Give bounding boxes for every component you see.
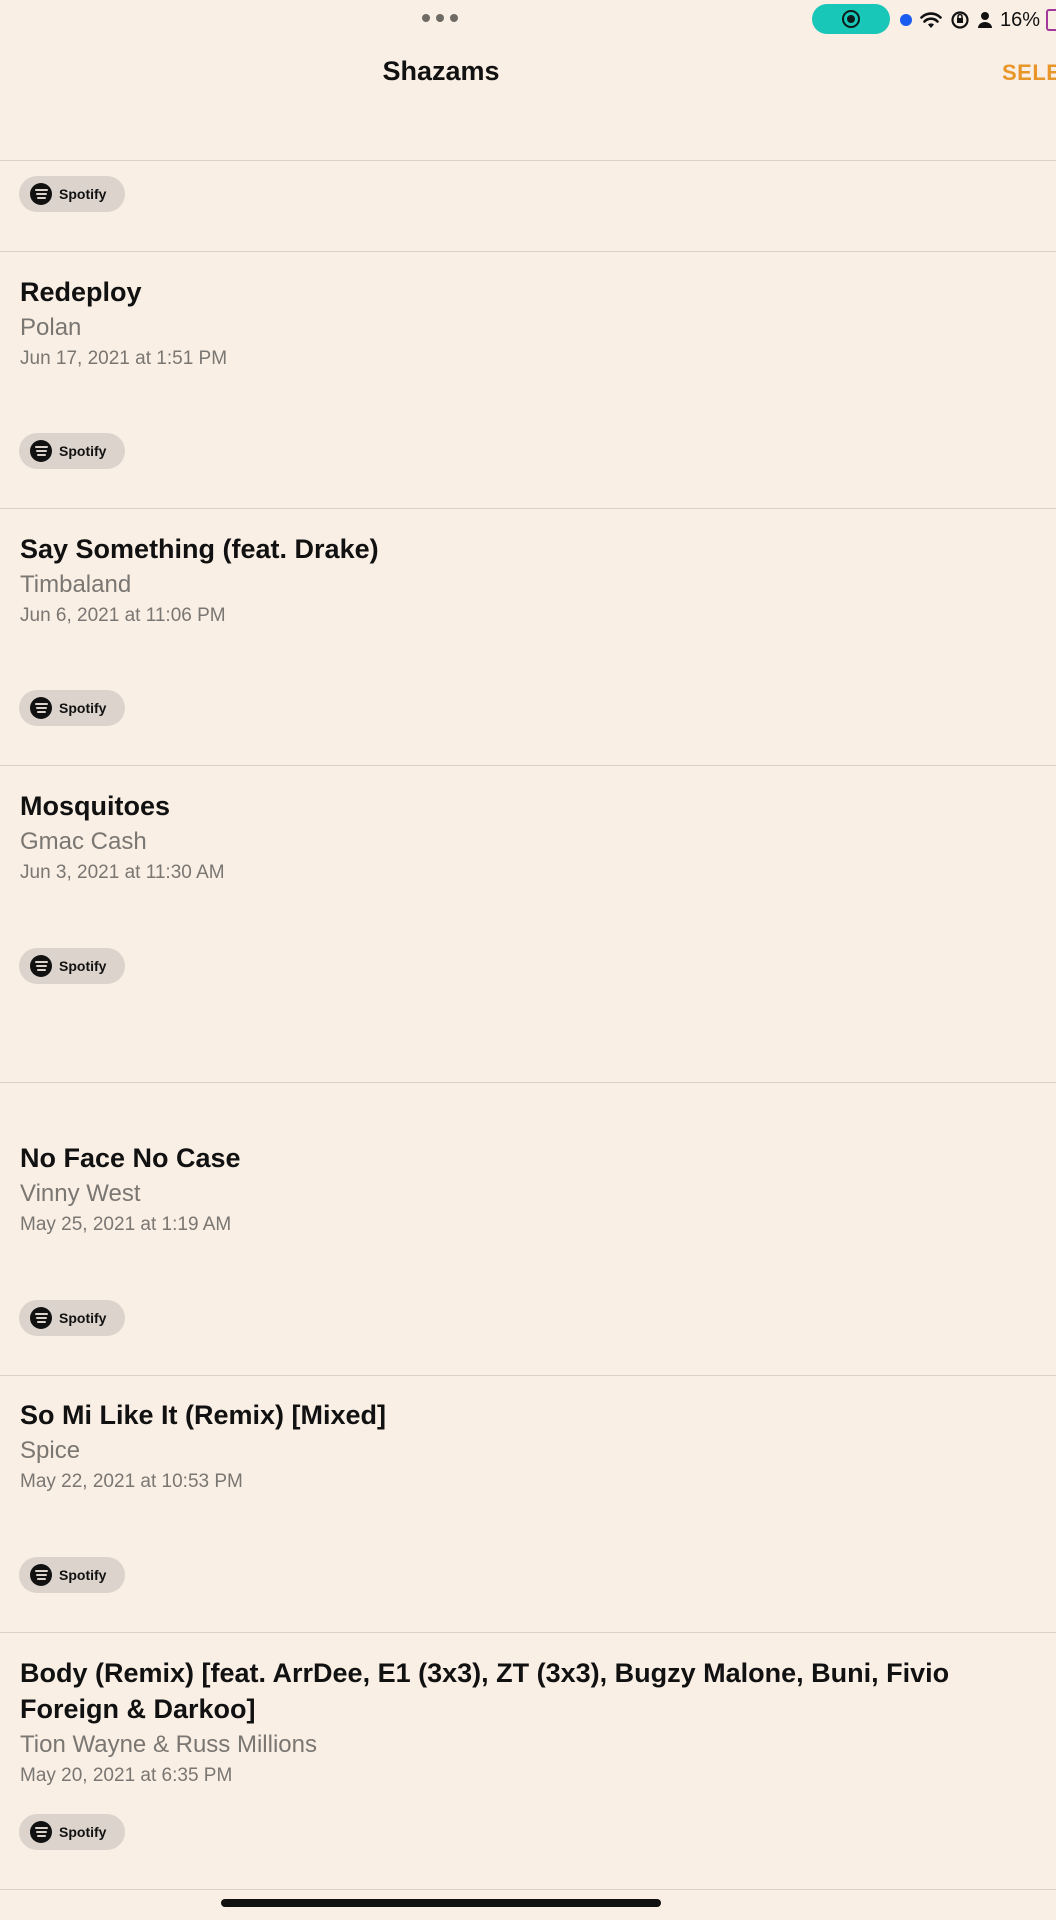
- orientation-lock-icon: [951, 11, 969, 29]
- spotify-button[interactable]: Spotify: [19, 1557, 125, 1593]
- spotify-label: Spotify: [59, 186, 107, 202]
- song-title: Body (Remix) [feat. ArrDee, E1 (3x3), ZT…: [20, 1658, 950, 1724]
- spotify-icon: [30, 440, 52, 462]
- song-artist: Vinny West: [20, 1180, 141, 1207]
- battery-icon: [1046, 9, 1056, 31]
- navigation-bar: Shazams SELE: [0, 40, 1056, 110]
- spotify-button[interactable]: Spotify: [19, 1814, 125, 1850]
- song-title: So Mi Like It (Remix) [Mixed]: [20, 1400, 387, 1430]
- song-date: Jun 6, 2021 at 11:06 PM: [20, 605, 226, 626]
- song-date: May 25, 2021 at 1:19 AM: [20, 1214, 232, 1235]
- spotify-icon: [30, 955, 52, 977]
- spotify-button[interactable]: Spotify: [19, 433, 125, 469]
- song-artist: Tion Wayne & Russ Millions: [20, 1731, 317, 1758]
- spotify-icon: [30, 697, 52, 719]
- song-date: Jun 3, 2021 at 11:30 AM: [20, 862, 225, 883]
- spotify-label: Spotify: [59, 958, 107, 974]
- record-icon: [842, 10, 860, 28]
- divider: [0, 1632, 1056, 1633]
- song-title: No Face No Case: [20, 1143, 241, 1173]
- song-title: Say Something (feat. Drake): [20, 534, 379, 564]
- spotify-button[interactable]: Spotify: [19, 1300, 125, 1336]
- home-indicator[interactable]: [221, 1899, 661, 1907]
- spotify-label: Spotify: [59, 1310, 107, 1326]
- song-date: May 22, 2021 at 10:53 PM: [20, 1471, 243, 1492]
- song-title: Redeploy: [20, 277, 142, 307]
- spotify-label: Spotify: [59, 700, 107, 716]
- song-title: Mosquitoes: [20, 791, 171, 821]
- spotify-icon: [30, 1821, 52, 1843]
- divider: [0, 1082, 1056, 1083]
- spotify-button[interactable]: Spotify: [19, 176, 125, 212]
- divider: [0, 160, 1056, 161]
- status-bar: 16%: [0, 0, 1056, 40]
- spotify-icon: [30, 1307, 52, 1329]
- divider: [0, 1375, 1056, 1376]
- status-icons: 16%: [900, 6, 1056, 34]
- list-item[interactable]: Redeploy Polan Jun 17, 2021 at 1:51 PM: [20, 274, 1020, 372]
- divider: [0, 508, 1056, 509]
- person-icon: [978, 12, 992, 28]
- list-item[interactable]: No Face No Case Vinny West May 25, 2021 …: [20, 1140, 1020, 1238]
- page-title: Shazams: [382, 56, 500, 86]
- list-item[interactable]: Say Something (feat. Drake) Timbaland Ju…: [20, 531, 1020, 629]
- select-button[interactable]: SELE: [1002, 60, 1056, 86]
- divider: [0, 251, 1056, 252]
- list-item[interactable]: So Mi Like It (Remix) [Mixed] Spice May …: [20, 1397, 1020, 1495]
- spotify-label: Spotify: [59, 443, 107, 459]
- song-date: May 20, 2021 at 6:35 PM: [20, 1765, 233, 1786]
- list-item[interactable]: Mosquitoes Gmac Cash Jun 3, 2021 at 11:3…: [20, 788, 1020, 886]
- location-dot-icon: [900, 14, 912, 26]
- song-artist: Timbaland: [20, 571, 132, 598]
- song-artist: Gmac Cash: [20, 828, 147, 855]
- divider: [0, 1889, 1056, 1890]
- song-artist: Spice: [20, 1437, 81, 1464]
- song-date: Jun 17, 2021 at 1:51 PM: [20, 348, 228, 369]
- wifi-icon: [920, 12, 942, 28]
- spotify-icon: [30, 1564, 52, 1586]
- spotify-label: Spotify: [59, 1824, 107, 1840]
- spotify-button[interactable]: Spotify: [19, 948, 125, 984]
- screen-recording-indicator[interactable]: [812, 4, 890, 34]
- song-artist: Polan: [20, 314, 82, 341]
- spotify-label: Spotify: [59, 1567, 107, 1583]
- spotify-icon: [30, 183, 52, 205]
- battery-percent: 16%: [1000, 8, 1041, 31]
- spotify-button[interactable]: Spotify: [19, 690, 125, 726]
- divider: [0, 765, 1056, 766]
- list-item[interactable]: Body (Remix) [feat. ArrDee, E1 (3x3), ZT…: [20, 1655, 1000, 1789]
- multitasking-dots-icon[interactable]: [422, 14, 458, 22]
